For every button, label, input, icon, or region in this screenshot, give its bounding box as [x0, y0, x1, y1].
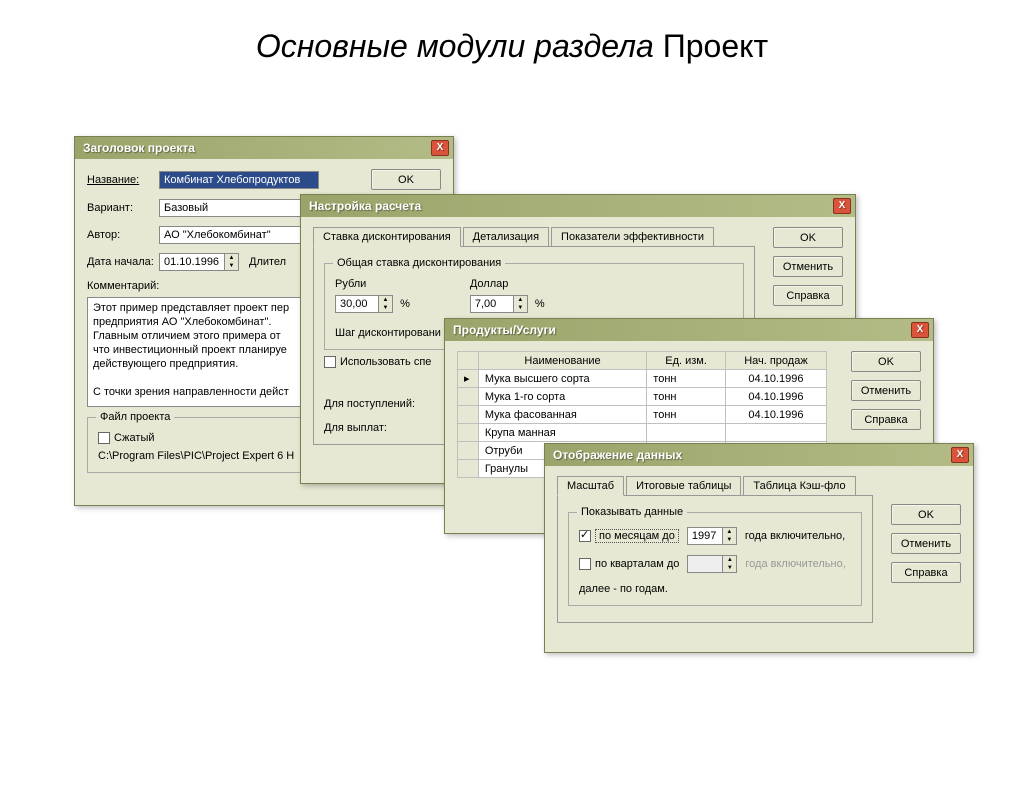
page-title: Основные модули раздела Проект — [0, 28, 1024, 65]
cell-start[interactable]: 04.10.1996 — [725, 388, 826, 406]
label-name: Название: — [87, 174, 159, 186]
table-row[interactable]: Крупа манная — [458, 424, 827, 442]
name-input[interactable]: Комбинат Хлебопродуктов — [159, 171, 319, 189]
help-button[interactable]: Справка — [773, 285, 843, 306]
col-start: Нач. продаж — [725, 352, 826, 370]
close-icon[interactable]: X — [951, 447, 969, 463]
group-show-data: Показывать данные — [577, 506, 687, 518]
row-marker — [458, 460, 479, 478]
label-year-suffix: года включительно, — [745, 530, 845, 542]
year2-spinner[interactable]: ▲▼ — [687, 555, 737, 573]
by-months-checkbox[interactable] — [579, 530, 591, 542]
label-date: Дата начала: — [87, 256, 159, 268]
rub-spinner[interactable]: ▲▼ — [335, 295, 393, 313]
label-year-suffix-gray: года включительно, — [745, 558, 845, 570]
year2-input — [687, 555, 723, 573]
close-icon[interactable]: X — [431, 140, 449, 156]
label-by-quarters: по кварталам до — [595, 558, 679, 570]
close-icon[interactable]: X — [911, 322, 929, 338]
cancel-button[interactable]: Отменить — [891, 533, 961, 554]
use-special-checkbox[interactable] — [324, 356, 336, 368]
cancel-button[interactable]: Отменить — [773, 256, 843, 277]
titlebar[interactable]: Отображение данных X — [545, 444, 973, 466]
col-unit: Ед. изм. — [647, 352, 726, 370]
group-discount: Общая ставка дисконтирования — [333, 257, 505, 269]
row-marker — [458, 442, 479, 460]
spin-down-icon[interactable]: ▼ — [225, 262, 238, 270]
cell-start[interactable]: 04.10.1996 — [725, 370, 826, 388]
year-input[interactable] — [687, 527, 723, 545]
title-text: Продукты/Услуги — [449, 323, 911, 337]
row-marker — [458, 424, 479, 442]
cell-name[interactable]: Крупа манная — [478, 424, 646, 442]
title-text: Настройка расчета — [305, 199, 833, 213]
author-input[interactable] — [159, 226, 319, 244]
usd-spinner[interactable]: ▲▼ — [470, 295, 528, 313]
titlebar[interactable]: Продукты/Услуги X — [445, 319, 933, 341]
tab-detail[interactable]: Детализация — [463, 227, 549, 246]
cell-name[interactable]: Мука фасованная — [478, 406, 646, 424]
tab-discount-rate[interactable]: Ставка дисконтирования — [313, 227, 461, 247]
cell-unit[interactable]: тонн — [647, 370, 726, 388]
titlebar[interactable]: Заголовок проекта X — [75, 137, 453, 159]
year-spinner[interactable]: ▲▼ — [687, 527, 737, 545]
rub-input[interactable] — [335, 295, 379, 313]
label-variant: Вариант: — [87, 202, 159, 214]
tab-summary[interactable]: Итоговые таблицы — [626, 476, 741, 495]
cell-start[interactable]: 04.10.1996 — [725, 406, 826, 424]
label-use-special: Использовать спе — [340, 356, 431, 368]
title-text: Отображение данных — [549, 448, 951, 462]
help-button[interactable]: Справка — [851, 409, 921, 430]
label-by-months: по месяцам до — [595, 529, 679, 543]
comment-textarea[interactable]: Этот пример представляет проект пер пред… — [87, 297, 307, 407]
row-marker — [458, 406, 479, 424]
title-text: Заголовок проекта — [79, 141, 431, 155]
tab-efficiency[interactable]: Показатели эффективности — [551, 227, 714, 246]
date-spinner[interactable]: ▲▼ — [159, 253, 239, 271]
label-duration: Длител — [249, 256, 286, 268]
date-input[interactable] — [159, 253, 225, 271]
cell-unit[interactable]: тонн — [647, 406, 726, 424]
tab-cashflow[interactable]: Таблица Кэш-фло — [743, 476, 855, 495]
title-italic: Основные модули раздела — [256, 28, 654, 64]
groupbox-file: Файл проекта — [96, 411, 174, 423]
cell-start[interactable] — [725, 424, 826, 442]
label-author: Автор: — [87, 229, 159, 241]
cell-name[interactable]: Мука 1-го сорта — [478, 388, 646, 406]
row-marker — [458, 388, 479, 406]
ok-button[interactable]: OK — [371, 169, 441, 190]
ok-button[interactable]: OK — [773, 227, 843, 248]
label-rub: Рубли — [335, 278, 410, 290]
spin-up-icon[interactable]: ▲ — [225, 254, 238, 262]
file-path: C:\Program Files\PIC\Project Expert 6 H — [98, 450, 306, 462]
table-row[interactable]: Мука 1-го сортатонн04.10.1996 — [458, 388, 827, 406]
cell-unit[interactable] — [647, 424, 726, 442]
label-usd: Доллар — [470, 278, 545, 290]
col-name: Наименование — [478, 352, 646, 370]
row-marker: ▸ — [458, 370, 479, 388]
label-after: далее - по годам. — [579, 583, 851, 595]
compressed-checkbox[interactable] — [98, 432, 110, 444]
titlebar[interactable]: Настройка расчета X — [301, 195, 855, 217]
label-compressed: Сжатый — [114, 432, 155, 444]
tab-scale[interactable]: Масштаб — [557, 476, 624, 496]
ok-button[interactable]: OK — [851, 351, 921, 372]
by-quarters-checkbox[interactable] — [579, 558, 591, 570]
table-row[interactable]: Мука фасованнаятонн04.10.1996 — [458, 406, 827, 424]
cancel-button[interactable]: Отменить — [851, 380, 921, 401]
ok-button[interactable]: OK — [891, 504, 961, 525]
window-display-data: Отображение данных X OK Отменить Справка… — [544, 443, 974, 653]
usd-input[interactable] — [470, 295, 514, 313]
close-icon[interactable]: X — [833, 198, 851, 214]
help-button[interactable]: Справка — [891, 562, 961, 583]
cell-unit[interactable]: тонн — [647, 388, 726, 406]
title-bold: Проект — [663, 28, 768, 64]
cell-name[interactable]: Мука высшего сорта — [478, 370, 646, 388]
variant-input[interactable] — [159, 199, 319, 217]
table-row[interactable]: ▸Мука высшего сортатонн04.10.1996 — [458, 370, 827, 388]
